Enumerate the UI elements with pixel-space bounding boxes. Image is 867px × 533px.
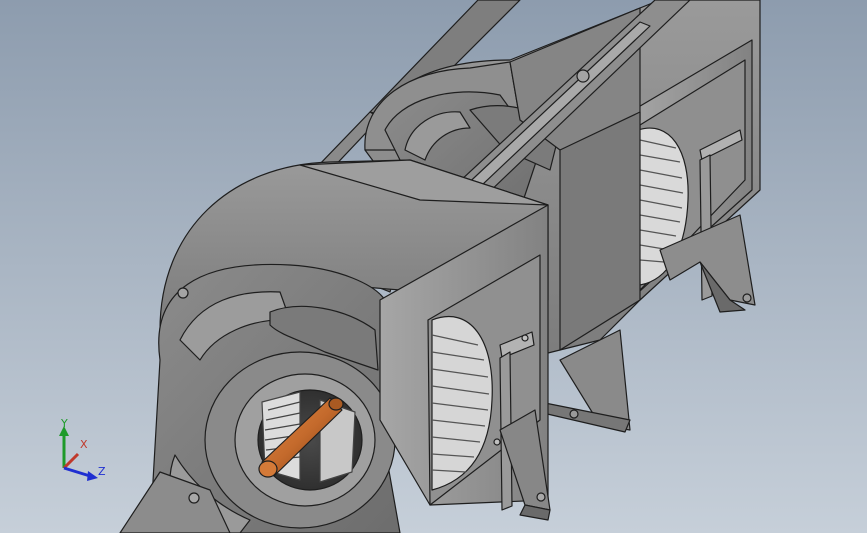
front-foot-bolt-2 — [536, 492, 546, 502]
rear-foot-bolt — [569, 409, 579, 419]
orientation-triad[interactable]: Y X Z — [50, 418, 120, 488]
rear-foot-bolt-2 — [742, 293, 752, 303]
graphics-viewport[interactable]: Y X Z — [0, 0, 867, 533]
shell-bolt — [177, 287, 189, 299]
x-axis-label: X — [80, 438, 88, 451]
3d-model-view[interactable] — [0, 0, 867, 533]
x-axis-icon — [62, 452, 80, 470]
z-arrow-icon — [87, 471, 98, 481]
y-axis-label: Y — [60, 418, 68, 430]
front-foot-bolt — [188, 492, 200, 504]
side-bolt — [493, 438, 501, 446]
flange-bolt — [521, 334, 529, 342]
z-axis-label: Z — [98, 465, 106, 478]
front-blower-housing — [149, 159, 549, 533]
z-axis-icon — [63, 466, 91, 478]
bar-bolt-rear — [576, 69, 590, 83]
